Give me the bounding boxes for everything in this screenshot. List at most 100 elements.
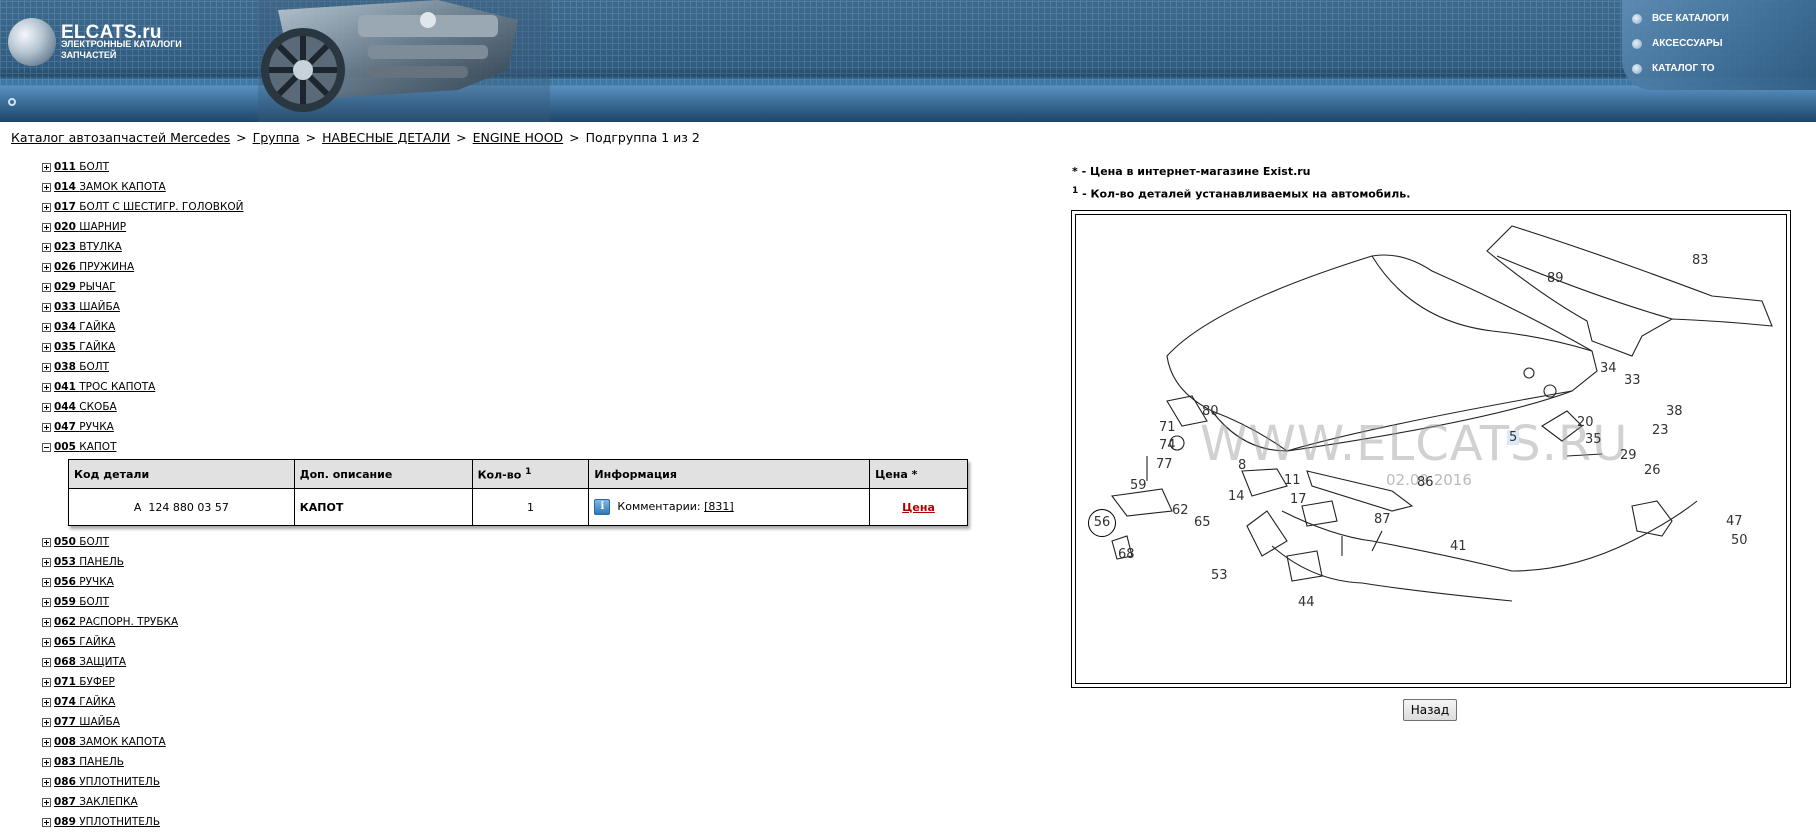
expand-icon[interactable] (42, 262, 51, 272)
expand-icon[interactable] (42, 382, 51, 392)
callout-label[interactable]: 74 (1159, 438, 1176, 453)
tree-item-link[interactable]: 005 КАПОТ (54, 441, 116, 453)
callout-label[interactable]: 41 (1450, 539, 1467, 554)
expand-icon[interactable] (42, 677, 51, 687)
tree-item-link[interactable]: 011 БОЛТ (54, 161, 109, 173)
tree-item[interactable]: 074 ГАЙКА (42, 692, 982, 712)
callout-label[interactable]: 33 (1624, 373, 1641, 388)
tree-item[interactable]: 044 СКОБА (42, 397, 982, 417)
tree-item-link[interactable]: 023 ВТУЛКА (54, 241, 122, 253)
expand-icon[interactable] (42, 242, 51, 252)
tree-item[interactable]: 034 ГАЙКА (42, 317, 982, 337)
callout-label[interactable]: 83 (1692, 253, 1709, 268)
expand-icon[interactable] (42, 182, 51, 192)
expand-icon[interactable] (42, 797, 51, 807)
callout-label[interactable]: 23 (1652, 423, 1669, 438)
expand-icon[interactable] (42, 282, 51, 292)
callout-label[interactable]: 77 (1156, 457, 1173, 472)
tree-item-link[interactable]: 089 УПЛОТНИТЕЛЬ (54, 816, 160, 828)
tree-item[interactable]: 089 УПЛОТНИТЕЛЬ (42, 812, 982, 832)
callout-label[interactable]: 38 (1666, 404, 1683, 419)
expand-icon[interactable] (42, 737, 51, 747)
expand-icon[interactable] (42, 557, 51, 567)
expand-icon[interactable] (42, 717, 51, 727)
expand-icon[interactable] (42, 537, 51, 547)
tree-item[interactable]: 020 ШАРНИР (42, 217, 982, 237)
callout-label[interactable]: 29 (1620, 448, 1637, 463)
tree-item[interactable]: 056 РУЧКА (42, 572, 982, 592)
comments-link[interactable]: [831] (704, 500, 734, 513)
expand-icon[interactable] (42, 777, 51, 787)
tree-item-link[interactable]: 017 БОЛТ С ШЕСТИГР. ГОЛОВКОЙ (54, 201, 244, 213)
back-button[interactable]: Назад (1403, 699, 1457, 721)
menu-all-catalogs[interactable]: ВСЕ КАТАЛОГИ (1632, 13, 1729, 24)
tree-item-link[interactable]: 077 ШАЙБА (54, 716, 120, 728)
expand-icon[interactable] (42, 697, 51, 707)
tree-item[interactable]: 083 ПАНЕЛЬ (42, 752, 982, 772)
tree-item[interactable]: 071 БУФЕР (42, 672, 982, 692)
tree-item[interactable]: 041 ТРОС КАПОТА (42, 377, 982, 397)
info-icon[interactable]: i (594, 499, 611, 515)
callout-label[interactable]: 11 (1284, 473, 1301, 488)
tree-item-link[interactable]: 053 ПАНЕЛЬ (54, 556, 124, 568)
tree-item-link[interactable]: 014 ЗАМОК КАПОТА (54, 181, 166, 193)
callout-label[interactable]: 50 (1731, 533, 1748, 548)
callout-label[interactable]: 68 (1118, 547, 1135, 562)
tree-item-link[interactable]: 059 БОЛТ (54, 596, 109, 608)
tree-item-link[interactable]: 033 ШАЙБА (54, 301, 120, 313)
callout-label[interactable]: 17 (1290, 492, 1307, 507)
tree-item-link[interactable]: 026 ПРУЖИНА (54, 261, 134, 273)
tree-item-link[interactable]: 071 БУФЕР (54, 676, 115, 688)
expand-icon[interactable] (42, 322, 51, 332)
tree-item[interactable]: 026 ПРУЖИНА (42, 257, 982, 277)
tree-item-expanded[interactable]: 005 КАПОТ (42, 437, 982, 457)
tree-item-link[interactable]: 008 ЗАМОК КАПОТА (54, 736, 166, 748)
price-link[interactable]: Цена (902, 501, 935, 514)
expand-icon[interactable] (42, 637, 51, 647)
globe-logo-icon[interactable] (8, 18, 56, 66)
expand-icon[interactable] (42, 597, 51, 607)
callout-label[interactable]: 53 (1211, 568, 1228, 583)
parts-diagram[interactable]: WWW.ELCATS.RU 02.09.2016 89 83 34 33 38 80 71 2… (1071, 210, 1791, 688)
tree-item-link[interactable]: 062 РАСПОРН. ТРУБКА (54, 616, 178, 628)
expand-icon[interactable] (42, 817, 51, 827)
tree-item[interactable]: 047 РУЧКА (42, 417, 982, 437)
expand-icon[interactable] (42, 617, 51, 627)
tree-item[interactable]: 017 БОЛТ С ШЕСТИГР. ГОЛОВКОЙ (42, 197, 982, 217)
tree-item[interactable]: 077 ШАЙБА (42, 712, 982, 732)
tree-item[interactable]: 068 ЗАЩИТА (42, 652, 982, 672)
tree-item[interactable]: 011 БОЛТ (42, 157, 982, 177)
tree-item-link[interactable]: 020 ШАРНИР (54, 221, 126, 233)
tree-item-link[interactable]: 086 УПЛОТНИТЕЛЬ (54, 776, 160, 788)
callout-label[interactable]: 65 (1194, 515, 1211, 530)
callout-label[interactable]: 86 (1417, 475, 1434, 490)
expand-icon[interactable] (42, 342, 51, 352)
tree-item[interactable]: 014 ЗАМОК КАПОТА (42, 177, 982, 197)
menu-maintenance-catalog[interactable]: КАТАЛОГ ТО (1632, 63, 1715, 74)
tree-item[interactable]: 038 БОЛТ (42, 357, 982, 377)
tree-item-link[interactable]: 047 РУЧКА (54, 421, 114, 433)
tree-item-link[interactable]: 056 РУЧКА (54, 576, 114, 588)
tree-item[interactable]: 059 БОЛТ (42, 592, 982, 612)
callout-label[interactable]: 62 (1172, 503, 1189, 518)
tree-item[interactable]: 023 ВТУЛКА (42, 237, 982, 257)
expand-icon[interactable] (42, 162, 51, 172)
callout-label[interactable]: 14 (1228, 489, 1245, 504)
tree-item-link[interactable]: 035 ГАЙКА (54, 341, 115, 353)
callout-label[interactable]: 47 (1726, 514, 1743, 529)
tree-item[interactable]: 087 ЗАКЛЕПКА (42, 792, 982, 812)
tree-item-link[interactable]: 074 ГАЙКА (54, 696, 115, 708)
tree-item-link[interactable]: 038 БОЛТ (54, 361, 109, 373)
tree-item[interactable]: 033 ШАЙБА (42, 297, 982, 317)
tree-item[interactable]: 050 БОЛТ (42, 532, 982, 552)
breadcrumb-link-catalog[interactable]: Каталог автозапчастей Mercedes (11, 130, 230, 145)
tree-item-link[interactable]: 034 ГАЙКА (54, 321, 115, 333)
callout-label[interactable]: 26 (1644, 463, 1661, 478)
callout-label[interactable]: 89 (1547, 271, 1564, 286)
expand-icon[interactable] (42, 362, 51, 372)
tree-item-link[interactable]: 083 ПАНЕЛЬ (54, 756, 124, 768)
tree-item-link[interactable]: 050 БОЛТ (54, 536, 109, 548)
callout-label[interactable]: 80 (1202, 404, 1219, 419)
callout-label[interactable]: 35 (1585, 432, 1602, 447)
tree-item[interactable]: 062 РАСПОРН. ТРУБКА (42, 612, 982, 632)
